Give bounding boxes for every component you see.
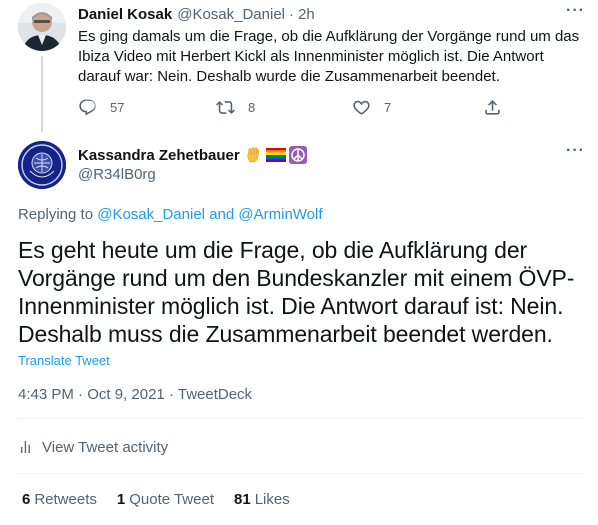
like-count: 7: [384, 100, 392, 115]
author-handle[interactable]: @Kosak_Daniel: [177, 6, 285, 23]
more-icon[interactable]: ···: [566, 2, 585, 20]
avatar-kassandra-zehetbauer[interactable]: [18, 141, 66, 189]
more-icon[interactable]: ···: [566, 142, 585, 160]
replying-and-link[interactable]: and: [209, 206, 234, 223]
author-handle[interactable]: @R34lB0rg: [78, 166, 156, 183]
retweets-count: 6: [22, 491, 31, 508]
meta-separator: ·: [78, 386, 84, 403]
vulcan-salute-icon: [247, 147, 259, 163]
author-name[interactable]: Kassandra Zehetbauer: [78, 147, 240, 164]
likes-stat[interactable]: 81 Likes: [234, 491, 290, 508]
peace-symbol-icon: [288, 146, 307, 164]
reply-count: 57: [110, 100, 125, 115]
retweet-count: 8: [248, 100, 256, 115]
meta-separator: ·: [168, 386, 174, 403]
mention-link-kosak-daniel[interactable]: @Kosak_Daniel: [97, 206, 205, 223]
tweet-meta: 4:43 PM · Oct 9, 2021 · TweetDeck: [18, 386, 252, 403]
parent-tweet-text: Es ging damals um die Frage, ob die Aufk…: [78, 28, 580, 85]
retweet-button[interactable]: 8: [216, 98, 255, 117]
retweet-icon: [216, 101, 235, 114]
replying-to-line: Replying to @Kosak_Daniel and @ArminWolf: [18, 206, 323, 223]
likes-count: 81: [234, 491, 251, 508]
name-badges: [245, 146, 307, 164]
quotes-count: 1: [116, 491, 126, 508]
quotes-label: Quote Tweet: [129, 491, 214, 508]
avatar-daniel-kosak[interactable]: [18, 3, 66, 51]
divider: [18, 473, 584, 474]
thread-connector-line: [41, 56, 43, 132]
author-name[interactable]: Daniel Kosak: [78, 6, 172, 23]
view-tweet-activity-button[interactable]: View Tweet activity: [18, 438, 168, 456]
tweet-time[interactable]: 2h: [298, 6, 315, 23]
activity-label: View Tweet activity: [42, 438, 169, 456]
share-button[interactable]: [483, 98, 502, 117]
main-tweet-header: Kassandra Zehetbauer: [78, 146, 307, 164]
parent-action-bar: 57 8 7: [78, 98, 508, 118]
heart-icon: [353, 100, 370, 115]
engagement-stats: 6 Retweets 1 Quote Tweet 81 Likes: [22, 491, 310, 508]
quote-tweets-stat[interactable]: 1 Quote Tweet: [117, 491, 214, 508]
tweet-date[interactable]: Oct 9, 2021: [87, 386, 165, 403]
tweet-time[interactable]: 4:43 PM: [18, 386, 74, 403]
mention-link-arminwolf[interactable]: @ArminWolf: [238, 206, 322, 223]
share-icon: [485, 100, 500, 115]
retweets-label: Retweets: [34, 491, 97, 508]
replying-prefix: Replying to: [18, 206, 94, 223]
header-separator: ·: [289, 6, 295, 23]
translate-tweet-link[interactable]: Translate Tweet: [18, 353, 110, 368]
parent-tweet-header: Daniel Kosak @Kosak_Daniel · 2h: [78, 6, 315, 23]
like-button[interactable]: 7: [352, 98, 391, 117]
main-tweet-text: Es geht heute um die Frage, ob die Aufkl…: [18, 237, 575, 347]
rainbow-flag-icon: [265, 148, 286, 162]
retweets-stat[interactable]: 6 Retweets: [22, 491, 97, 508]
reply-button[interactable]: 57: [78, 98, 124, 117]
tweet-source[interactable]: TweetDeck: [178, 386, 252, 403]
parent-tweet[interactable]: Daniel Kosak @Kosak_Daniel · 2h ··· Es g…: [0, 0, 598, 132]
likes-label: Likes: [254, 491, 290, 508]
reply-icon: [79, 99, 96, 116]
divider: [18, 418, 584, 419]
bar-chart-icon: [21, 441, 30, 453]
